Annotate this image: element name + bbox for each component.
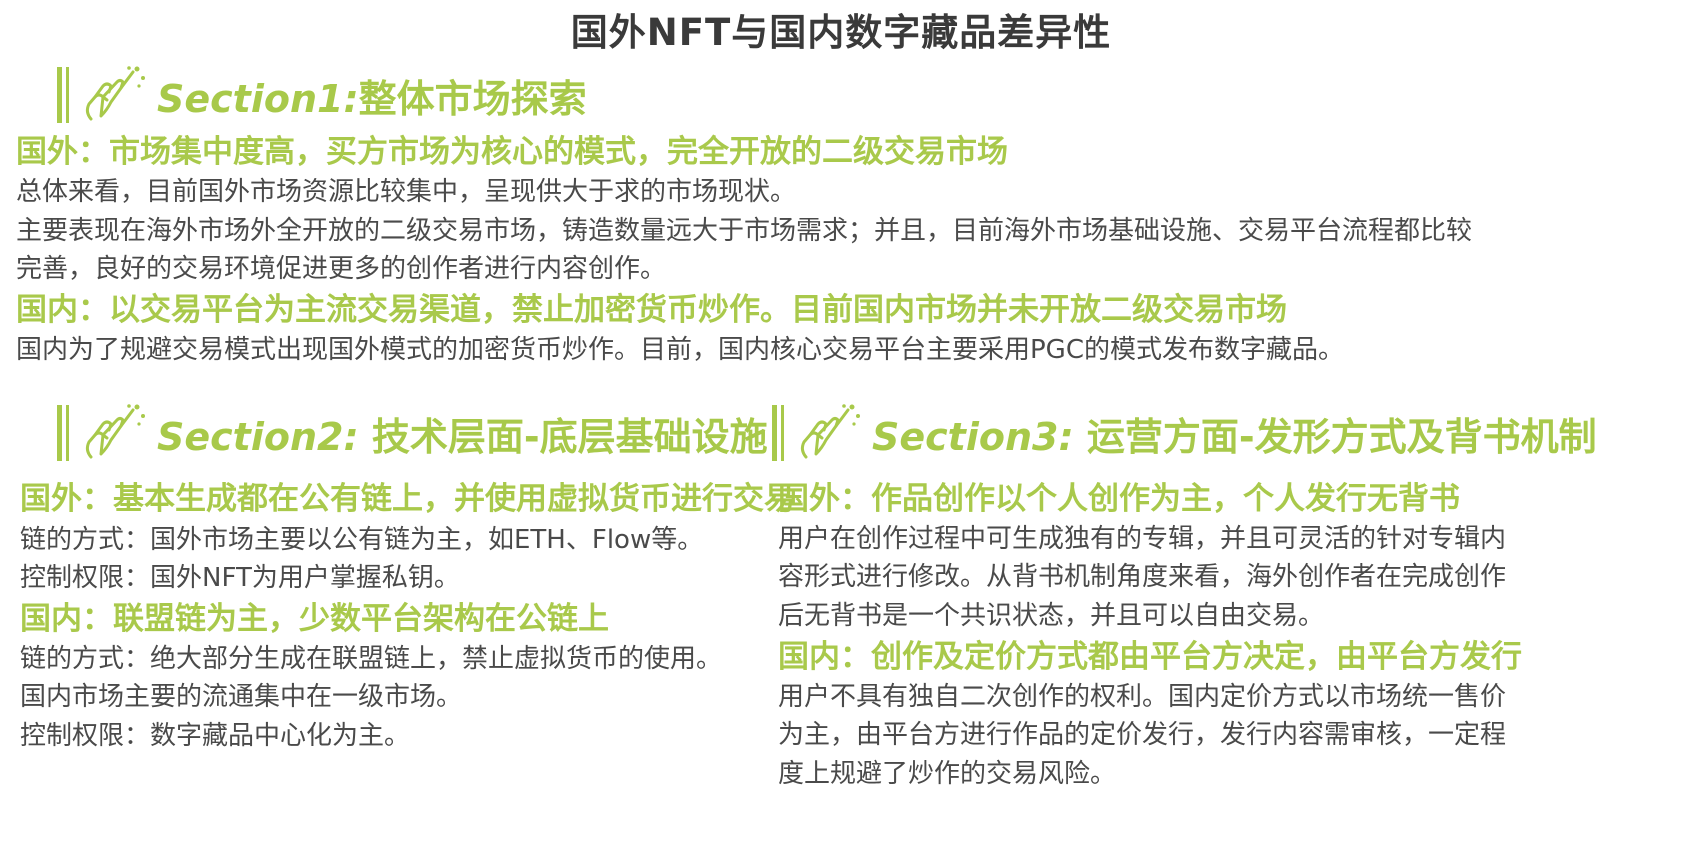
section1-header: Section1:整体市场探索: [57, 64, 587, 126]
section3-foreign-line: 容形式进行修改。从背书机制角度来看，海外创作者在完成创作: [778, 562, 1507, 592]
page-title: 国外NFT与国内数字藏品差异性: [570, 11, 1112, 54]
section2-domestic-line: 控制权限：数字藏品中心化为主。: [20, 721, 411, 751]
hand-pen-icon: [800, 404, 860, 459]
section2-foreign-heading: 国外：基本生成都在公有链上，并使用虚拟货币进行交易: [20, 481, 795, 517]
section1-domestic-heading: 国内：以交易平台为主流交易渠道，禁止加密货币炒作。目前国内市场并未开放二级交易市…: [16, 292, 1287, 328]
section1-foreign-line: 总体来看，目前国外市场资源比较集中，呈现供大于求的市场现状。: [16, 177, 797, 207]
section2-title-en: Section2:: [157, 414, 359, 459]
section3-foreign-line: 用户在创作过程中可生成独有的专辑，并且可灵活的针对专辑内: [778, 524, 1507, 554]
section2-title: Section2: 技术层面-底层基础设施: [157, 406, 768, 461]
section3-title-en: Section3:: [872, 414, 1074, 459]
section1-domestic-line: 国内为了规避交易模式出现国外模式的加密货币炒作。目前，国内核心交易平台主要采用P…: [16, 335, 1344, 365]
section3-foreign-heading: 国外：作品创作以个人创作为主，个人发行无背书: [778, 481, 1460, 517]
section3-domestic-heading: 国内：创作及定价方式都由平台方决定，由平台方发行: [778, 639, 1522, 675]
section2-foreign-line: 链的方式：国外市场主要以公有链为主，如ETH、Flow等。: [20, 525, 704, 555]
section3-domestic-line: 用户不具有独自二次创作的权利。国内定价方式以市场统一售价: [778, 682, 1507, 712]
section3-domestic-line: 为主，由平台方进行作品的定价发行，发行内容需审核，一定程: [778, 720, 1507, 750]
section1-foreign-line: 主要表现在海外市场外全开放的二级交易市场，铸造数量远大于市场需求；并且，目前海外…: [16, 216, 1473, 246]
section2-title-cn: 技术层面-底层基础设施: [371, 414, 768, 459]
section1-title: Section1:整体市场探索: [157, 68, 587, 123]
section2-domestic-line: 国内市场主要的流通集中在一级市场。: [20, 682, 463, 712]
section1-foreign-heading: 国外：市场集中度高，买方市场为核心的模式，完全开放的二级交易市场: [16, 134, 1008, 170]
section-accent-bars: [57, 405, 69, 461]
section2-domestic-line: 链的方式：绝大部分生成在联盟链上，禁止虚拟货币的使用。: [20, 644, 723, 674]
hand-pen-icon: [85, 404, 145, 459]
hand-pen-icon: [85, 66, 145, 121]
section3-title-cn: 运营方面-发形方式及背书机制: [1086, 414, 1597, 459]
section2-domestic-heading: 国内：联盟链为主，少数平台架构在公链上: [20, 601, 609, 637]
section-accent-bars: [57, 67, 69, 123]
section3-header: Section3: 运营方面-发形方式及背书机制: [772, 402, 1597, 464]
section3-foreign-line: 后无背书是一个共识状态，并且可以自由交易。: [778, 601, 1325, 631]
section1-title-cn: 整体市场探索: [358, 76, 587, 121]
section3-title: Section3: 运营方面-发形方式及背书机制: [872, 406, 1597, 461]
section3-domestic-line: 度上规避了炒作的交易风险。: [778, 759, 1117, 789]
section1-foreign-line: 完善，良好的交易环境促进更多的创作者进行内容创作。: [16, 254, 667, 284]
section2-header: Section2: 技术层面-底层基础设施: [57, 402, 768, 464]
section-accent-bars: [772, 405, 784, 461]
section2-foreign-line: 控制权限：国外NFT为用户掌握私钥。: [20, 563, 460, 593]
section1-title-en: Section1:: [157, 76, 359, 121]
